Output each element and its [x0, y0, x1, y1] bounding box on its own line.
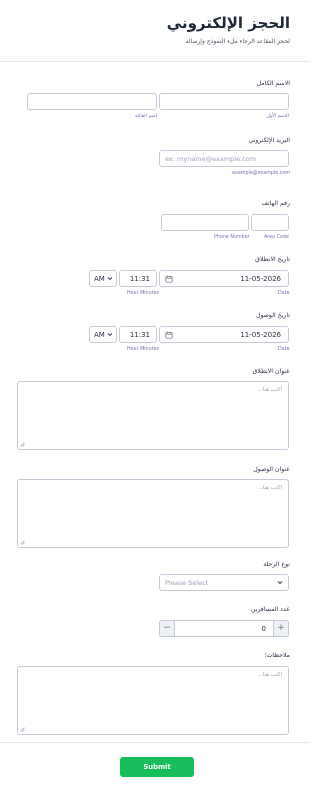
first-name-sublabel: الاسم الأول [266, 114, 289, 119]
arrival-time-sublabel: Hour Minutes [127, 347, 159, 352]
arrival-date-input[interactable]: 11-05-2026 [159, 326, 289, 343]
arrival-address-textarea[interactable]: اكتب هنا... [17, 479, 289, 548]
departure-address-label: عنوان الانطلاق [252, 368, 290, 375]
departure-address-placeholder: اكتب هنا... [257, 387, 282, 393]
email-placeholder: ex: myname@example.com [165, 155, 257, 163]
resize-grip-icon[interactable] [20, 727, 25, 732]
last-name-input[interactable] [27, 93, 157, 110]
arrival-date-sublabel: Date [278, 347, 290, 352]
increment-button[interactable]: + [273, 621, 288, 636]
email-label: البريد الإلكتروني [248, 137, 290, 144]
departure-address-textarea[interactable]: اكتب هنا... [17, 381, 289, 450]
arrival-date-label: تاريخ الوصول [255, 312, 290, 319]
arrival-address-label: عنوان الوصول [253, 466, 290, 473]
departure-date-value: 11-05-2026 [240, 274, 281, 283]
email-sublabel: example@example.com [232, 171, 290, 176]
form-subtitle: لحجز المقاعد الرجاء ملء النموذج وإرساله [185, 38, 290, 45]
departure-time-sublabel: Hour Minutes [127, 291, 159, 296]
chevron-down-icon [277, 581, 283, 585]
passengers-stepper[interactable]: − 0 + [159, 620, 289, 637]
arrival-address-placeholder: اكتب هنا... [257, 485, 282, 491]
resize-grip-icon[interactable] [20, 442, 25, 447]
submit-button[interactable]: Submit [120, 757, 194, 777]
arrival-ampm-select[interactable]: AM [89, 326, 117, 343]
passengers-value: 0 [261, 624, 266, 633]
trip-type-label: نوع الرحلة [263, 561, 290, 568]
arrival-time-input[interactable]: 11:31 [119, 326, 157, 343]
form-header: الحجز الإلكتروني لحجز المقاعد الرجاء ملء… [0, 0, 310, 62]
departure-date-sublabel: Date [278, 291, 290, 296]
calendar-icon[interactable] [165, 275, 173, 283]
full-name-label: الاسم الكامل [256, 80, 290, 87]
departure-date-input[interactable]: 11-05-2026 [159, 270, 289, 287]
arrival-time-value: 11:31 [129, 330, 150, 339]
email-field[interactable]: ex: myname@example.com [159, 150, 289, 167]
departure-time-value: 11:31 [129, 274, 150, 283]
departure-ampm-select[interactable]: AM [89, 270, 117, 287]
notes-textarea[interactable]: اكتب هنا... [17, 666, 289, 735]
decrement-button[interactable]: − [160, 621, 175, 636]
notes-label: ملاحظات؛ [264, 652, 290, 659]
area-code-input[interactable] [251, 214, 289, 231]
phone-number-sublabel: Phone Number [214, 235, 250, 240]
chevron-down-icon [107, 277, 113, 281]
first-name-input[interactable] [159, 93, 289, 110]
passengers-label: عدد المسافرين [250, 606, 290, 613]
arrival-date-value: 11-05-2026 [240, 330, 281, 339]
form-title: الحجز الإلكتروني [166, 14, 290, 32]
notes-placeholder: اكتب هنا... [257, 672, 282, 678]
departure-date-label: تاريخ الانطلاق [255, 256, 290, 263]
phone-label: رقم الهاتف [261, 200, 291, 207]
trip-type-select[interactable]: Please Select [159, 574, 289, 591]
departure-time-input[interactable]: 11:31 [119, 270, 157, 287]
form-footer: Submit [0, 742, 310, 792]
last-name-sublabel: اسم العائلة [134, 114, 157, 119]
departure-ampm-value: AM [94, 274, 105, 283]
arrival-ampm-value: AM [94, 330, 105, 339]
trip-type-placeholder: Please Select [165, 579, 209, 587]
area-code-sublabel: Area Code [264, 235, 289, 240]
chevron-down-icon [107, 333, 113, 337]
phone-number-input[interactable] [161, 214, 249, 231]
calendar-icon[interactable] [165, 331, 173, 339]
resize-grip-icon[interactable] [20, 540, 25, 545]
